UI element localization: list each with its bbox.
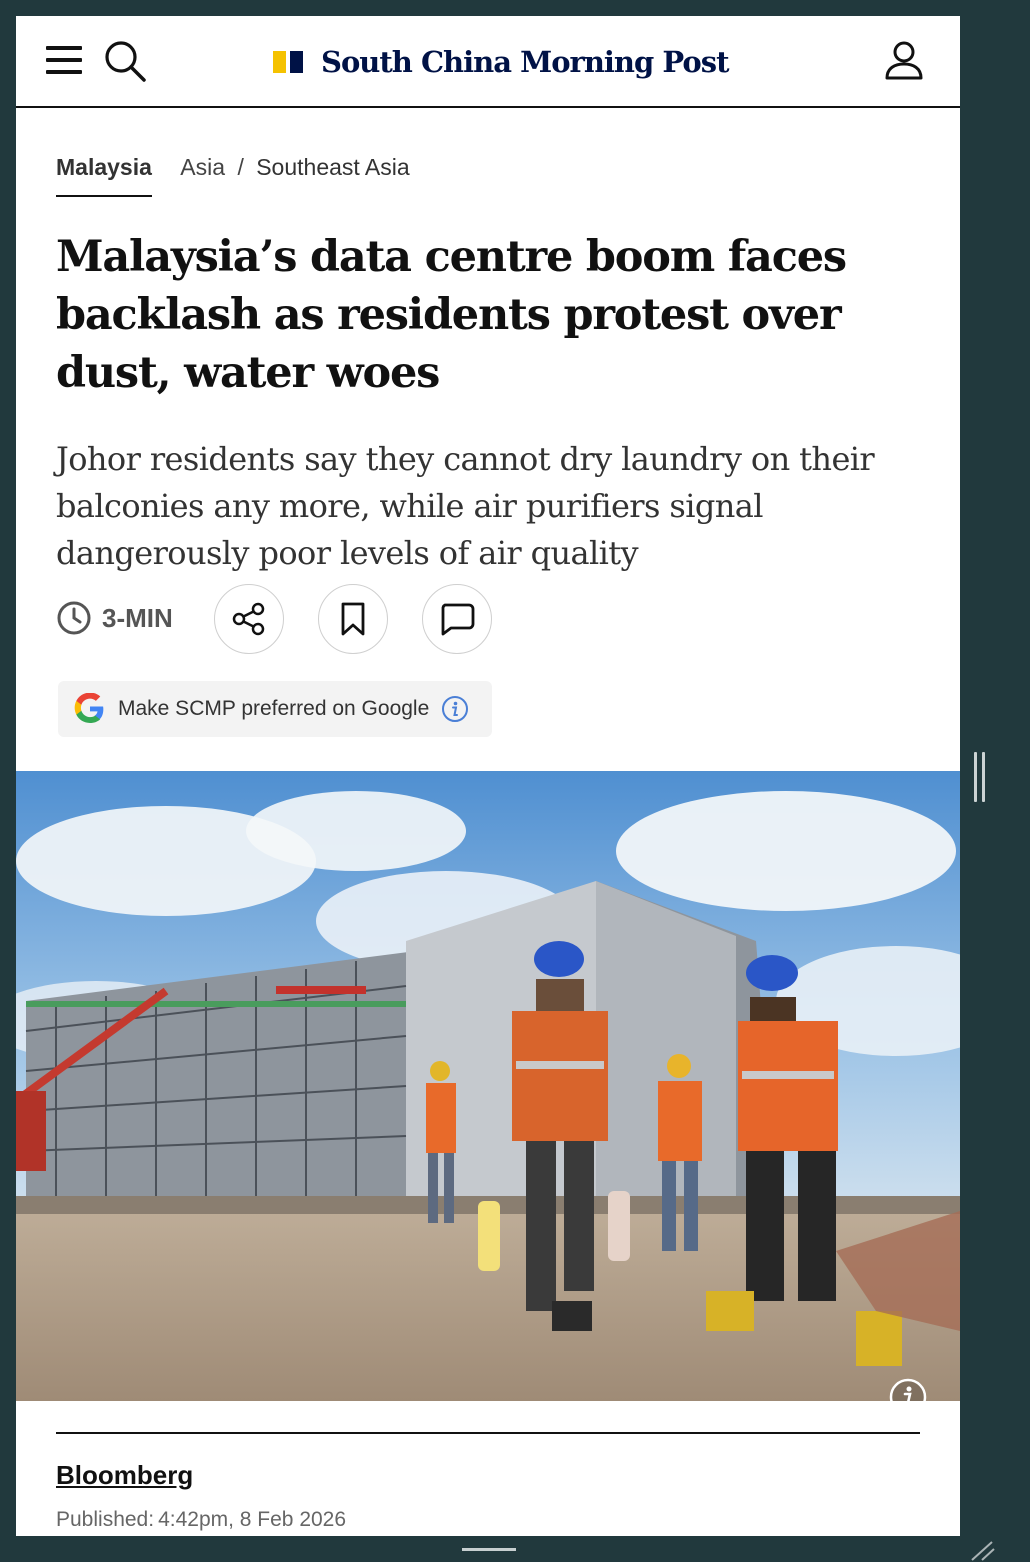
byline-divider	[56, 1432, 920, 1434]
construction-workers-photo	[16, 771, 960, 1401]
author-link[interactable]: Bloomberg	[56, 1460, 193, 1491]
google-logo-icon	[74, 693, 104, 723]
published-timestamp: Published: 4:42pm, 8 Feb 2026	[56, 1508, 346, 1532]
article-page: South China Morning Post Malaysia Asia /…	[16, 16, 960, 1536]
read-time-label: 3-MIN	[102, 602, 173, 633]
info-icon[interactable]	[441, 695, 469, 723]
site-logo[interactable]: South China Morning Post	[273, 42, 729, 82]
article-headline: Malaysia’s data centre boom faces backla…	[56, 232, 847, 398]
comment-button[interactable]	[422, 584, 492, 654]
image-info-icon[interactable]	[888, 1377, 928, 1401]
resize-grip-icon[interactable]	[968, 1536, 998, 1562]
bookmark-icon	[341, 602, 365, 636]
side-scroll-handle[interactable]	[972, 752, 988, 802]
bookmark-button[interactable]	[318, 584, 388, 654]
hamburger-menu-icon[interactable]	[46, 46, 82, 76]
share-icon	[232, 602, 265, 636]
share-button[interactable]	[214, 584, 284, 654]
article-subheadline: Johor residents say they cannot dry laun…	[56, 440, 875, 572]
clock-icon	[57, 601, 91, 635]
hero-image[interactable]	[16, 771, 960, 1401]
breadcrumb-separator: /	[237, 154, 244, 180]
read-time: 3-MIN	[56, 600, 173, 636]
logo-text: South China Morning Post	[321, 45, 729, 79]
user-account-icon[interactable]	[882, 38, 926, 84]
search-icon[interactable]	[102, 38, 148, 84]
comment-icon	[441, 603, 475, 636]
bottom-drag-handle[interactable]	[462, 1548, 516, 1556]
breadcrumb-asia-link[interactable]: Asia	[180, 154, 225, 180]
breadcrumb: Malaysia Asia / Southeast Asia	[56, 154, 410, 197]
google-preferred-label: Make SCMP preferred on Google	[118, 697, 430, 720]
article-actions: 3-MIN	[56, 582, 916, 656]
site-header: South China Morning Post	[16, 16, 960, 108]
breadcrumb-southeast-asia-link[interactable]: Southeast Asia	[256, 154, 409, 180]
google-preferred-source-button[interactable]: Make SCMP preferred on Google	[58, 681, 492, 737]
published-date: 4:42pm, 8 Feb 2026	[158, 1508, 347, 1531]
breadcrumb-primary-link[interactable]: Malaysia	[56, 154, 152, 197]
published-label: Published:	[56, 1508, 155, 1531]
logo-mark-yellow	[273, 51, 286, 73]
logo-mark-navy	[290, 51, 303, 73]
